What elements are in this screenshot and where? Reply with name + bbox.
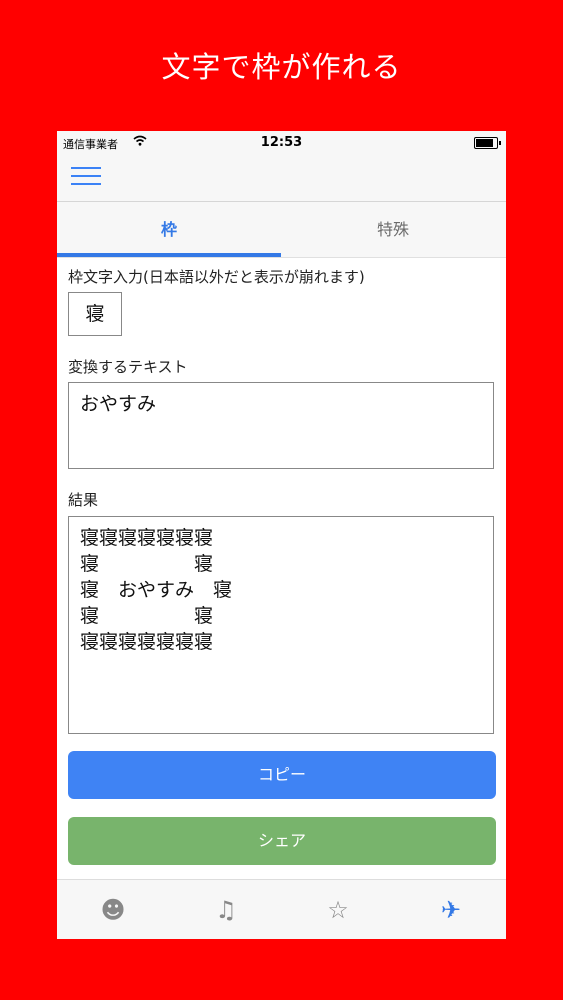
tab-indicator — [57, 253, 281, 257]
bottom-tab-bar: ☻ ♫ ☆ ✈ — [57, 879, 506, 939]
text-input[interactable]: おやすみ — [68, 382, 494, 469]
smiley-icon[interactable]: ☻ — [98, 895, 128, 925]
phone-screen: 通信事業者 12:53 枠 特殊 枠文字入力(日本語以外だと表示が崩れます) 寝… — [57, 131, 506, 939]
nav-bar — [57, 155, 506, 202]
copy-button[interactable]: コピー — [68, 751, 496, 799]
frame-char-label: 枠文字入力(日本語以外だと表示が崩れます) — [68, 268, 365, 286]
share-button[interactable]: シェア — [68, 817, 496, 865]
segment-tabs: 枠 特殊 — [57, 202, 506, 258]
promo-title: 文字で枠が作れる — [161, 50, 402, 84]
result-label: 結果 — [68, 491, 99, 509]
frame-char-input[interactable]: 寝 — [68, 292, 122, 336]
clock: 12:53 — [260, 135, 303, 150]
text-label: 変換するテキスト — [68, 358, 188, 376]
tab-frame[interactable]: 枠 — [57, 202, 281, 257]
paper-plane-icon[interactable]: ✈ — [436, 895, 466, 925]
result-textarea[interactable]: 寝寝寝寝寝寝寝 寝 寝 寝 おやすみ 寝 寝 寝 寝寝寝寝寝寝寝 — [68, 516, 494, 734]
hamburger-menu-icon[interactable] — [71, 167, 101, 189]
star-icon[interactable]: ☆ — [323, 895, 353, 925]
music-note-icon[interactable]: ♫ — [211, 895, 241, 925]
status-bar: 通信事業者 12:53 — [57, 131, 506, 155]
tab-special[interactable]: 特殊 — [281, 202, 505, 257]
battery-icon — [474, 137, 501, 149]
